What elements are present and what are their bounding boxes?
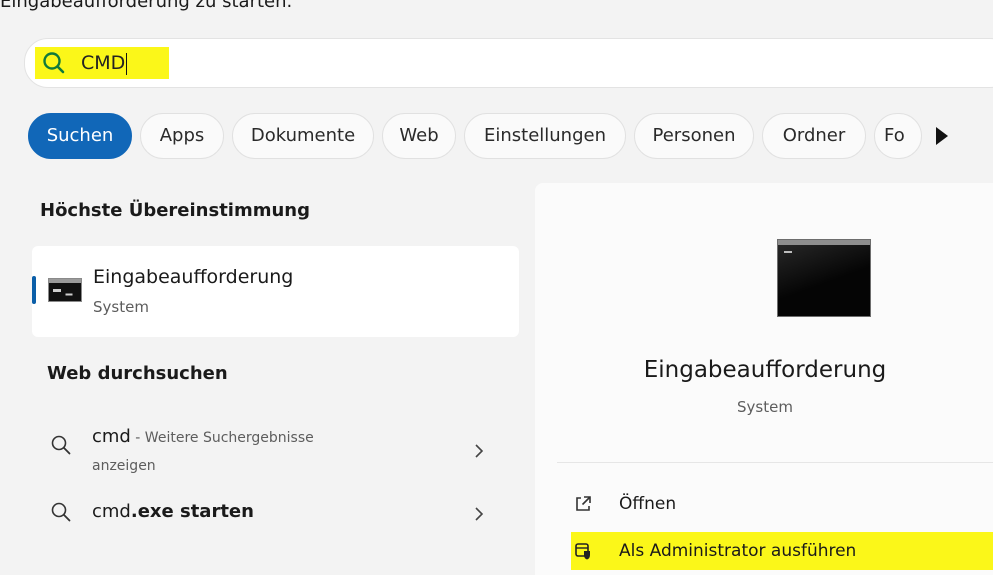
filter-web[interactable]: Web [382,113,456,159]
filter-suchen[interactable]: Suchen [28,113,132,159]
web-result-exe-prefix: cmd [92,501,131,522]
more-filters-arrow-icon[interactable] [936,127,948,145]
web-result-query: cmd [92,426,131,447]
detail-title: Eingabeaufforderung [643,357,887,383]
web-result-text: cmd - Weitere Suchergebnisse [92,424,314,451]
search-icon [51,435,71,455]
filter-einstellungen[interactable]: Einstellungen [464,113,626,159]
web-result-more-line2: anzeigen [92,458,156,474]
best-match-title: Eingabeaufforderung [93,266,294,288]
chevron-right-icon [475,507,484,521]
admin-shield-icon [575,543,590,560]
detail-divider [557,462,993,463]
search-icon [43,52,65,74]
search-icon [51,502,71,522]
filter-personen[interactable]: Personen [634,113,754,159]
search-input[interactable]: CMD [81,50,128,76]
web-result-cmd-exe[interactable]: cmd.exe starten [40,495,510,535]
command-prompt-icon [48,278,82,302]
run-as-admin-label: Als Administrator ausführen [619,541,857,561]
best-match-subtitle: System [93,298,149,316]
web-result-more: - Weitere Suchergebnisse [130,430,314,446]
open-label: Öffnen [619,494,677,514]
web-result-exe-strong: .exe starten [130,501,254,522]
search-value: CMD [81,52,126,74]
detail-subtitle: System [737,398,793,416]
filter-ordner[interactable]: Ordner [762,113,866,159]
detail-panel: Eingabeaufforderung System Öffnen [535,183,993,575]
command-prompt-large-icon [777,239,871,317]
web-result-exe-text: cmd.exe starten [92,499,254,525]
filter-row: Suchen Apps Dokumente Web Einstellungen … [28,113,993,161]
web-result-cmd[interactable]: cmd - Weitere Suchergebnisse anzeigen [40,422,510,482]
best-match-heading: Höchste Übereinstimmung [40,200,310,221]
filter-apps[interactable]: Apps [140,113,224,159]
best-match-card[interactable]: Eingabeaufforderung System [32,246,519,337]
text-caret [126,52,128,75]
open-action[interactable]: Öffnen [557,488,993,522]
web-search-heading: Web durchsuchen [47,363,228,384]
run-as-admin-action[interactable]: Als Administrator ausführen [571,532,993,570]
filter-fo-truncated[interactable]: Fo [874,113,922,159]
top-caption: Eingabeaufforderung zu starten. [0,0,293,12]
chevron-right-icon [475,444,484,458]
search-box[interactable]: CMD [24,38,993,88]
filter-dokumente[interactable]: Dokumente [232,113,374,159]
open-external-icon [576,496,591,511]
selection-indicator [32,276,36,304]
